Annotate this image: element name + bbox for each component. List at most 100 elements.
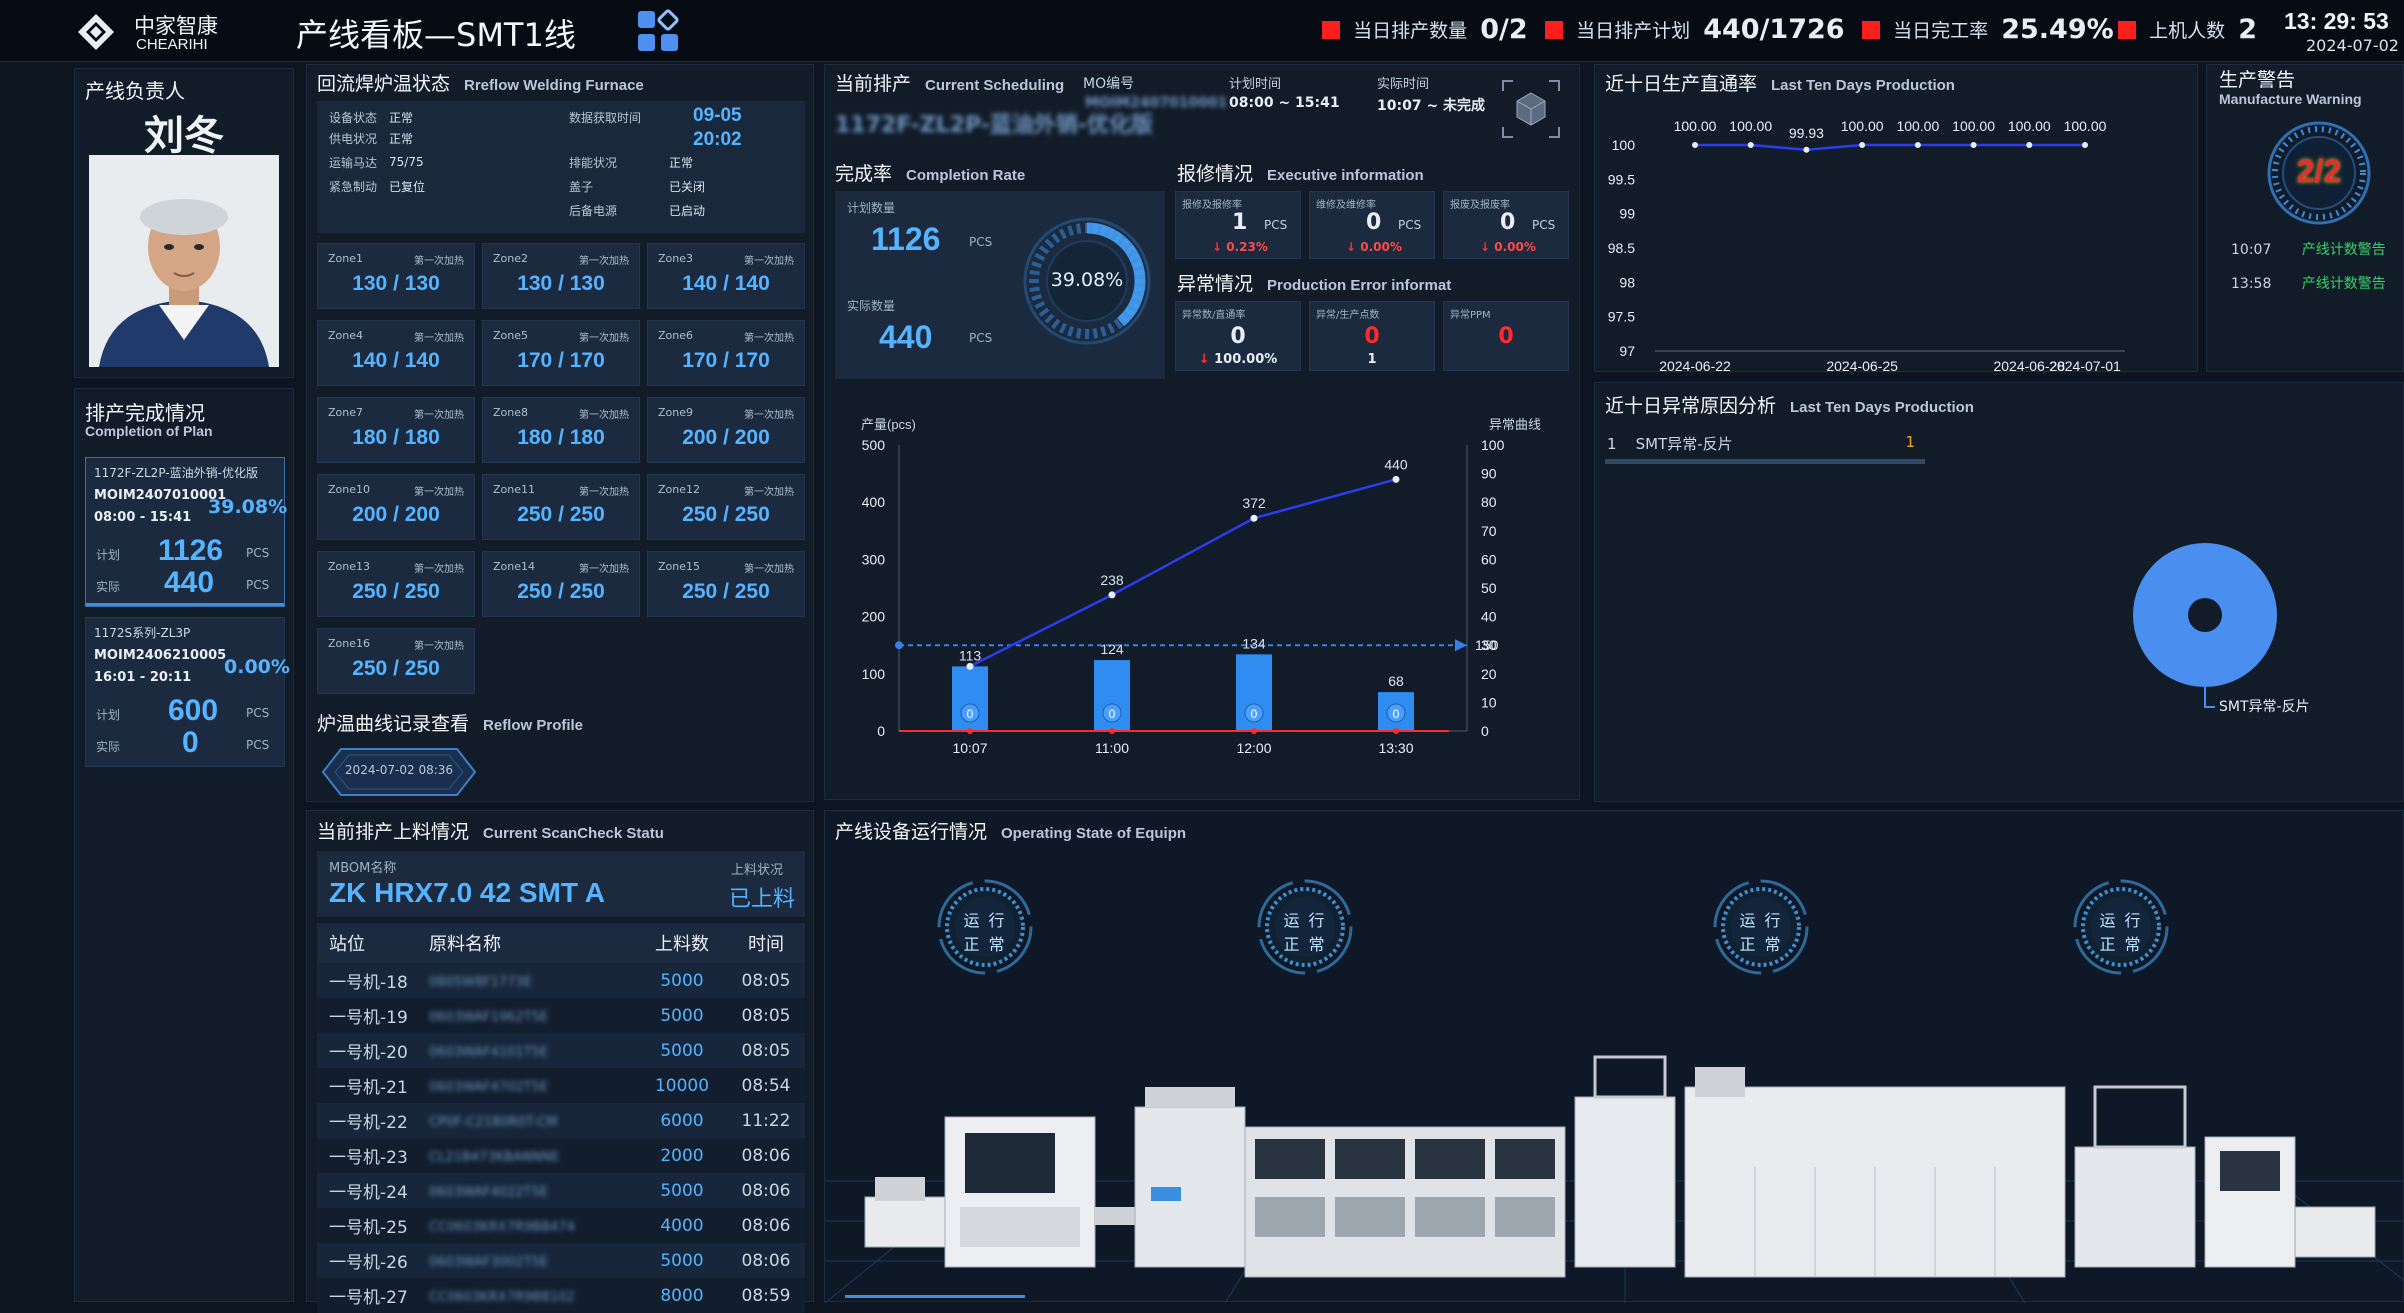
plan-qty-label: 计划数量: [847, 201, 896, 215]
cell-material: CL21B473KBANNNE: [429, 1149, 560, 1165]
plan-card-product: 1172F-ZL2P-蓝油外销-优化版: [94, 466, 258, 480]
error-card[interactable]: 异常/生产点数 0 1: [1309, 301, 1435, 371]
reflow-zone-card[interactable]: Zone13 第一次加热 250 / 250: [317, 551, 475, 617]
line-value-label: 440: [1384, 456, 1408, 472]
abnormal-point: [967, 728, 973, 734]
pass-rate-value-label: 100.00: [2008, 118, 2051, 134]
x-tick-label: 13:30: [1378, 740, 1413, 756]
mbom-value: ZK HRX7.0 42 SMT A: [329, 877, 605, 908]
reflow-zone-card[interactable]: Zone6 第一次加热 170 / 170: [647, 320, 805, 386]
zone-name: Zone16: [328, 637, 371, 650]
zone-label: 第一次加热: [579, 487, 629, 498]
zone-value: 250 / 250: [682, 580, 770, 603]
reflow-zone-card[interactable]: Zone14 第一次加热 250 / 250: [482, 551, 640, 617]
repair-card[interactable]: 维修及维修率 0 PCS ↓ 0.00%: [1309, 191, 1435, 259]
pass-rate-value-label: 100.00: [1952, 118, 1995, 134]
table-row[interactable]: 一号机-21 0603WAF4702T5E 10000 08:54: [317, 1068, 805, 1103]
y2-tick-label: 100: [1481, 437, 1505, 453]
error-card-sub: 1: [1367, 352, 1377, 367]
reflow-zone-card[interactable]: Zone7 第一次加热 180 / 180: [317, 397, 475, 463]
plan-card-plan-unit: PCS: [246, 706, 270, 720]
plan-time-label: 计划时间: [1229, 77, 1282, 92]
cell-qty: 2000: [660, 1145, 704, 1166]
reflow-zone-card[interactable]: Zone15 第一次加热 250 / 250: [647, 551, 805, 617]
pie-label: SMT异常-反片: [2219, 699, 2310, 715]
zone-label: 第一次加热: [579, 564, 629, 575]
zone-value: 140 / 140: [352, 349, 440, 372]
scroll-indicator[interactable]: [845, 1295, 1025, 1298]
repair-card-unit: PCS: [1532, 218, 1556, 232]
cell-time: 08:06: [741, 1180, 791, 1201]
y2-tick-label: 70: [1481, 523, 1497, 539]
table-row[interactable]: 一号机-27 CC0603KRX7R9BB102 8000 08:59: [317, 1278, 805, 1313]
reflow-zone-card[interactable]: Zone1 第一次加热 130 / 130: [317, 243, 475, 309]
abnormal-list-item[interactable]: 1 SMT异常-反片 1: [1605, 433, 1925, 464]
cell-time: 08:59: [741, 1285, 791, 1306]
abnormal-point: [1109, 728, 1115, 734]
reflow-zone-card[interactable]: Zone10 第一次加热 200 / 200: [317, 474, 475, 540]
reflow-zone-card[interactable]: Zone9 第一次加热 200 / 200: [647, 397, 805, 463]
plan-card[interactable]: 1172F-ZL2P-蓝油外销-优化版 MOIM2407010001 08:00…: [85, 457, 287, 607]
equipment-status-badge[interactable]: 运 行正 常: [1711, 877, 1811, 977]
reflow-zone-card[interactable]: Zone2 第一次加热 130 / 130: [482, 243, 640, 309]
table-row[interactable]: 一号机-26 0603WAF3002T5E 5000 08:06: [317, 1243, 805, 1278]
equipment-status-badge[interactable]: 运 行正 常: [1255, 877, 1355, 977]
repair-card-pct: ↓ 0.00%: [1346, 240, 1402, 254]
table-row[interactable]: 一号机-20 0603WAF4101T5E 5000 08:05: [317, 1033, 805, 1068]
error-card[interactable]: 异常数/直通率 0 ↓ 100.00%: [1175, 301, 1301, 371]
table-row[interactable]: 一号机-22 CP0F-C2180R0T-CM 6000 11:22: [317, 1103, 805, 1138]
warning-item: 13:58 产线计数警告: [2231, 276, 2386, 292]
plan-card-actual-label: 实际: [96, 740, 121, 754]
mbom-label: MBOM名称: [329, 861, 397, 876]
repair-card-value: 0: [1500, 210, 1516, 235]
logo-en: CHEARIHI: [136, 36, 208, 53]
plan-card[interactable]: 1172S系列-ZL3P MOIM2406210005 16:01 - 20:1…: [85, 617, 290, 767]
table-row[interactable]: 一号机-24 0603WAF4022T5E 5000 08:06: [317, 1173, 805, 1208]
table-row[interactable]: 一号机-19 0603WAF1962T5E 5000 08:05: [317, 998, 805, 1033]
reflow-zone-card[interactable]: Zone3 第一次加热 140 / 140: [647, 243, 805, 309]
reflow-zone-card[interactable]: Zone12 第一次加热 250 / 250: [647, 474, 805, 540]
zone-value: 250 / 250: [352, 580, 440, 603]
table-row[interactable]: 一号机-18 0805W8F1773E 5000 08:05: [317, 963, 805, 998]
zone-value: 140 / 140: [682, 272, 770, 295]
zone-label: 第一次加热: [579, 410, 629, 421]
apps-icon[interactable]: [636, 9, 680, 53]
reflow-profile-date-button[interactable]: 2024-07-02 08:36: [321, 747, 477, 797]
error-card-label: 异常PPM: [1450, 310, 1491, 321]
plan-card-rate: 0.00%: [224, 656, 290, 678]
actual-qty-unit: PCS: [969, 331, 993, 345]
reflow-zone-card[interactable]: Zone16 第一次加热 250 / 250: [317, 628, 475, 694]
cube-icon[interactable]: [1501, 79, 1561, 139]
zone-name: Zone9: [658, 406, 694, 419]
cell-material: 0603WAF1962T5E: [429, 1009, 549, 1025]
table-row[interactable]: 一号机-25 CC0603KRX7R9BB474 4000 08:06: [317, 1208, 805, 1243]
stat-scheduled-count: 当日排产数量 0/2: [1322, 14, 1528, 48]
y-tick-label: 500: [862, 437, 886, 453]
reflow-status-table: 设备状态 正常 数据获取时间 供电状况 正常 运输马达 75/75 排能状况 正常 紧急制动…: [329, 111, 706, 218]
cell-qty: 10000: [654, 1075, 710, 1096]
actual-time-label: 实际时间: [1377, 77, 1430, 92]
table-row[interactable]: 一号机-23 CL21B473KBANNNE 2000 08:06: [317, 1138, 805, 1173]
repair-card[interactable]: 报修及报修率 1 PCS ↓ 0.23%: [1175, 191, 1301, 259]
badge-line1: 运 行: [1739, 911, 1783, 930]
equipment-status-badge[interactable]: 运 行正 常: [935, 877, 1035, 977]
plan-card-time: 08:00 - 15:41: [94, 510, 192, 525]
reflow-zone-card[interactable]: Zone5 第一次加热 170 / 170: [482, 320, 640, 386]
reflow-zone-card[interactable]: Zone8 第一次加热 180 / 180: [482, 397, 640, 463]
reflow-zone-card[interactable]: Zone11 第一次加热 250 / 250: [482, 474, 640, 540]
equipment-title: 产线设备运行情况 Operating State of Equipn: [835, 821, 1187, 843]
bar-zero-label: 0: [1251, 707, 1258, 721]
equipment-status-badge[interactable]: 运 行正 常: [2071, 877, 2171, 977]
reflow-title: 回流焊炉温状态 Rreflow Welding Furnace: [317, 73, 644, 95]
reflow-zone-card[interactable]: Zone4 第一次加热 140 / 140: [317, 320, 475, 386]
repair-cards: 报修及报修率 1 PCS ↓ 0.23% 维修及维修率 0 PCS ↓ 0.00% 报废及报废率…: [1175, 191, 1575, 261]
error-card[interactable]: 异常PPM 0: [1443, 301, 1569, 371]
x-tick-label: 11:00: [1095, 740, 1129, 756]
x-tick-label: 2024-07-01: [2049, 358, 2121, 374]
badge-line2: 正 常: [2099, 935, 2143, 954]
plan-card-actual-label: 实际: [96, 580, 121, 594]
repair-card[interactable]: 报废及报废率 0 PCS ↓ 0.00%: [1443, 191, 1569, 259]
line-point: [966, 662, 974, 670]
plan-card-mo: MOIM2407010001: [94, 488, 227, 503]
abnormal-pie-chart: SMT异常-反片: [2133, 543, 2310, 715]
